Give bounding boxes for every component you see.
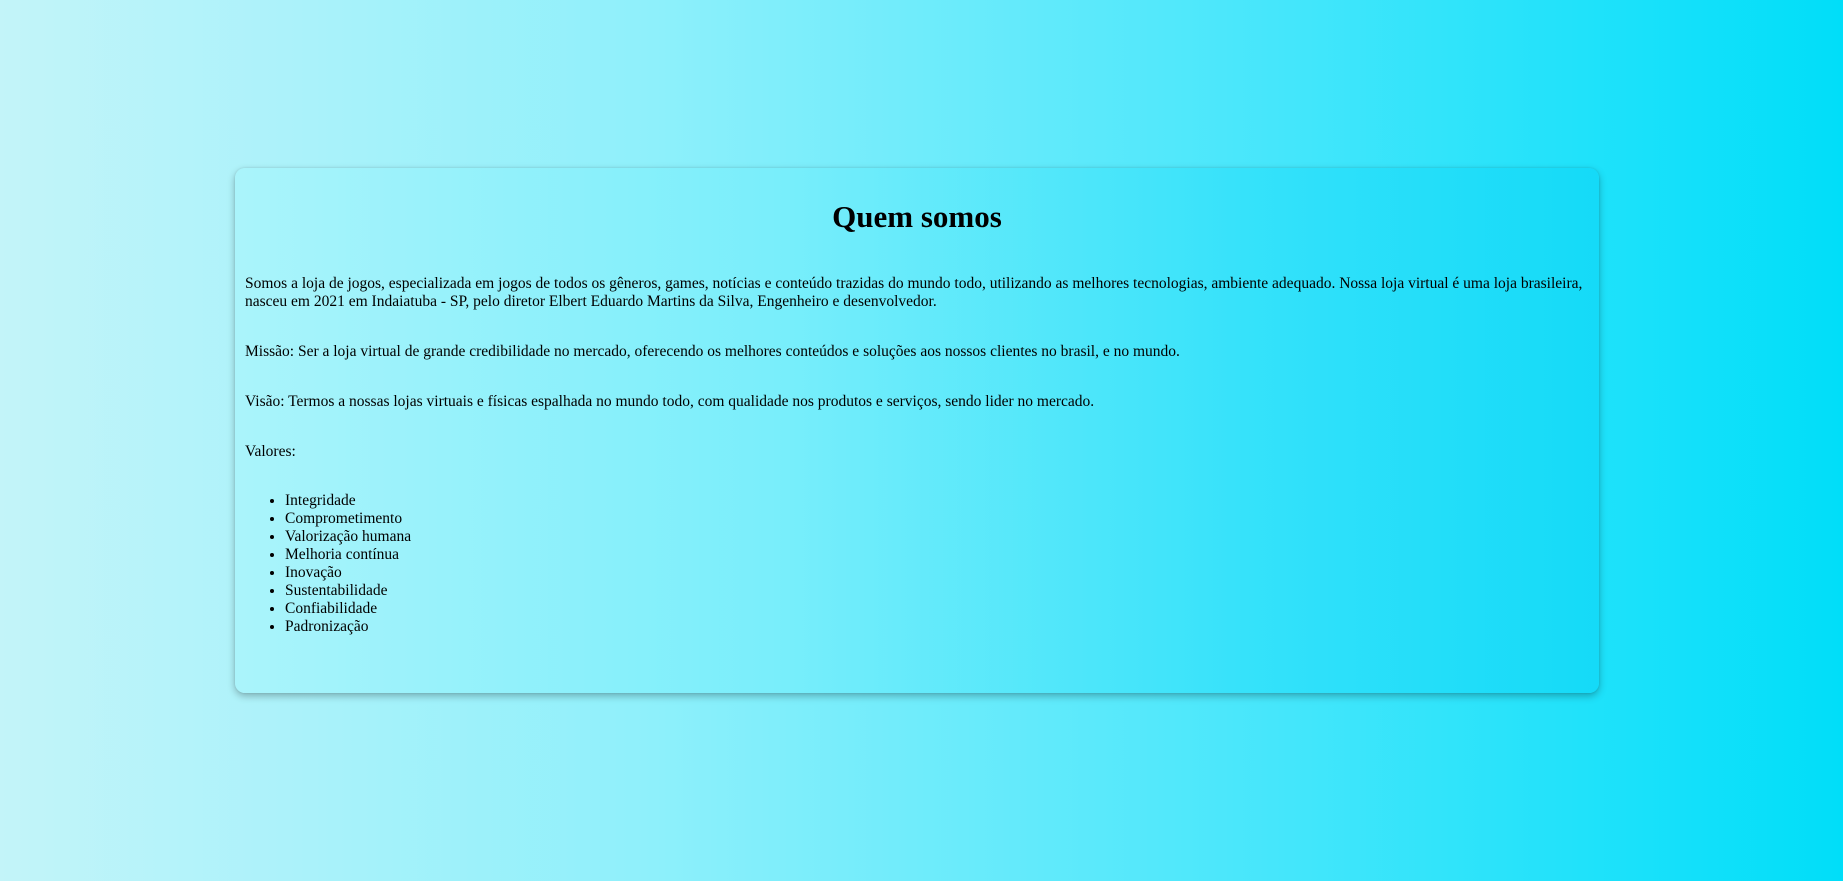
page-title: Quem somos xyxy=(832,199,1002,234)
list-item: Padronização xyxy=(285,618,1589,636)
list-item: Sustentabilidade xyxy=(285,582,1589,600)
list-item: Comprometimento xyxy=(285,510,1589,528)
intro-paragraph: Somos a loja de jogos, especializada em … xyxy=(245,275,1583,311)
about-card: Quem somos Somos a loja de jogos, especi… xyxy=(235,168,1599,693)
list-item: Melhoria contínua xyxy=(285,546,1589,564)
list-item: Confiabilidade xyxy=(285,600,1589,618)
values-label: Valores: xyxy=(245,443,296,461)
vision-paragraph: Visão: Termos a nossas lojas virtuais e … xyxy=(245,393,1095,411)
mission-paragraph: Missão: Ser a loja virtual de grande cre… xyxy=(245,343,1180,361)
list-item: Integridade xyxy=(285,492,1589,510)
values-list: Integridade Comprometimento Valorização … xyxy=(245,492,1589,636)
list-item: Valorização humana xyxy=(285,528,1589,546)
list-item: Inovação xyxy=(285,564,1589,582)
